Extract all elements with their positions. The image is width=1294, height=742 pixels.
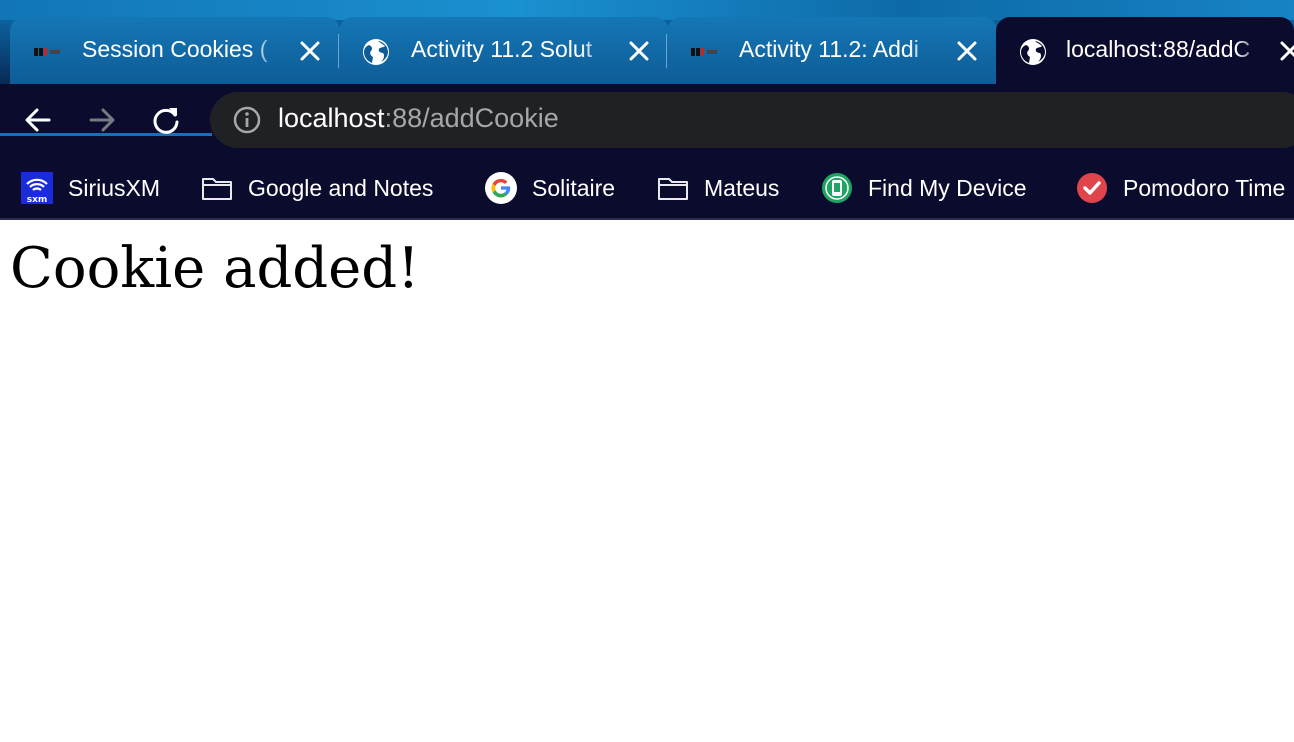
bookmark-label: SiriusXM <box>68 174 161 201</box>
info-icon[interactable] <box>232 105 262 135</box>
globe-icon <box>363 39 389 65</box>
google-icon <box>485 172 517 204</box>
tab-title: Activity 11.2: Addi <box>739 36 919 62</box>
folder-icon <box>658 178 688 200</box>
back-arrow-icon[interactable] <box>21 103 55 137</box>
close-icon[interactable] <box>1276 37 1294 65</box>
bookmark-solitaire[interactable]: Solitaire <box>484 170 615 206</box>
site-favicon-icon <box>34 48 60 56</box>
svg-text:sxm: sxm <box>27 195 48 205</box>
tab-title: localhost:88/addC <box>1066 36 1251 62</box>
tab-session-cookies[interactable]: Session Cookies ( <box>10 17 340 84</box>
url-host: localhost <box>278 103 385 133</box>
tab-activity-adding[interactable]: Activity 11.2: Addi <box>667 17 997 84</box>
page-heading: Cookie added! <box>10 236 420 301</box>
bookmark-folder-mateus[interactable]: Mateus <box>656 170 779 206</box>
bookmark-label: Pomodoro Time <box>1123 174 1286 201</box>
folder-icon <box>202 178 232 200</box>
tab-localhost-active[interactable]: localhost:88/addC <box>996 17 1294 84</box>
bookmark-find-my-device[interactable]: Find My Device <box>820 170 1026 206</box>
globe-icon <box>1020 39 1046 65</box>
url-path: :88/addCookie <box>384 103 559 133</box>
tab-title: Activity 11.2 Solut <box>411 36 593 62</box>
bookmark-folder-google-and-notes[interactable]: Google and Notes <box>200 170 433 206</box>
find-my-device-icon <box>822 173 852 203</box>
forward-arrow-icon[interactable] <box>85 103 119 137</box>
bookmark-label: Google and Notes <box>248 174 434 201</box>
bookmark-pomodoro[interactable]: Pomodoro Time <box>1075 170 1285 206</box>
close-icon[interactable] <box>953 37 981 65</box>
close-icon[interactable] <box>296 37 324 65</box>
address-bar-url[interactable]: localhost:88/addCookie <box>278 103 559 134</box>
checkmark-icon <box>1077 173 1107 203</box>
bookmark-label: Mateus <box>704 174 780 201</box>
tab-title: Session Cookies ( <box>82 36 268 62</box>
bookmark-label: Find My Device <box>868 174 1027 201</box>
bookmark-siriusxm[interactable]: sxm SiriusXM <box>20 170 160 206</box>
siriusxm-icon: sxm <box>21 172 53 205</box>
tab-activity-solution[interactable]: Activity 11.2 Solut <box>339 17 669 84</box>
close-icon[interactable] <box>625 37 653 65</box>
reload-icon[interactable] <box>149 103 183 137</box>
site-favicon-icon <box>691 48 717 56</box>
bookmark-label: Solitaire <box>532 174 616 201</box>
